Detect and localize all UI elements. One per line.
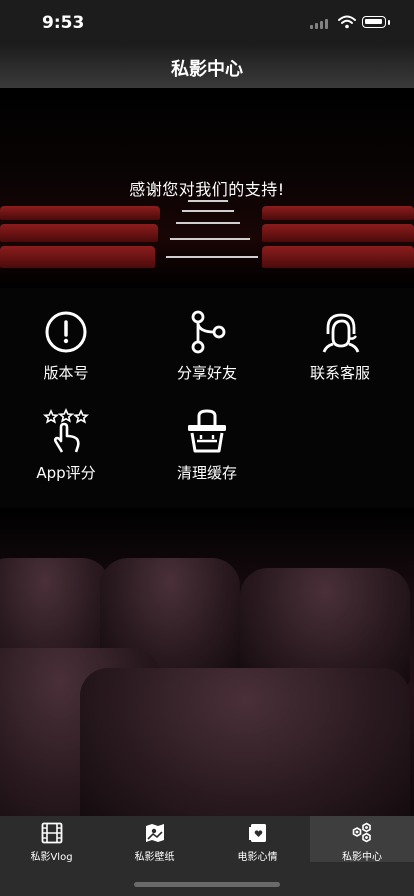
wifi-icon [338, 15, 356, 29]
info-circle-icon [45, 311, 87, 353]
aisle-step [188, 200, 228, 202]
status-bar: 9:53 [0, 0, 414, 44]
aisle-step [166, 256, 258, 258]
red-seat-row [262, 224, 414, 242]
red-seat-row [262, 246, 414, 268]
dark-seat [80, 668, 410, 816]
menu-item-label: 分享好友 [176, 364, 237, 382]
red-seat-row [0, 246, 155, 268]
battery-tip [388, 20, 390, 25]
rating-stars-hand-icon [42, 408, 90, 453]
cellular-signal-icon [310, 17, 330, 29]
aisle-step [170, 238, 250, 240]
menu-item-app-rating[interactable]: App评分 [6, 408, 126, 483]
red-seat-row [0, 224, 158, 242]
menu-item-label: 版本号 [43, 364, 89, 382]
home-indicator [134, 882, 280, 887]
tab-label: 私影中心 [342, 852, 382, 863]
clear-cache-basket-icon [188, 409, 226, 453]
tab-movie-mood[interactable]: 电影心情 [206, 816, 309, 863]
status-time: 9:53 [42, 13, 85, 33]
wallpaper-icon [145, 824, 164, 842]
navigation-bar: 私影中心 [0, 44, 414, 88]
red-seat-row [0, 206, 160, 220]
menu-item-share[interactable]: 分享好友 [147, 308, 267, 383]
tab-wallpaper[interactable]: 私影壁纸 [103, 816, 206, 863]
menu-item-clear-cache[interactable]: 清理缓存 [147, 408, 267, 483]
aisle-step [176, 222, 240, 224]
tab-label: 私影Vlog [30, 852, 73, 863]
mood-card-icon [248, 824, 266, 842]
menu-item-version[interactable]: 版本号 [6, 308, 126, 383]
page-title: 私影中心 [171, 59, 243, 80]
tab-label: 私影壁纸 [134, 852, 175, 863]
film-icon [41, 822, 62, 844]
tab-center[interactable]: 私影中心 [310, 816, 414, 863]
battery-icon [362, 16, 386, 28]
menu-item-label: 联系客服 [309, 364, 370, 382]
share-branch-icon [191, 310, 226, 354]
hexagons-icon [352, 822, 371, 843]
thanks-message: 感谢您对我们的支持! [129, 180, 285, 199]
aisle-step [182, 210, 234, 212]
menu-item-label: App评分 [36, 464, 96, 482]
red-seat-row [262, 206, 414, 220]
customer-service-icon [322, 313, 360, 353]
menu-item-label: 清理缓存 [176, 464, 237, 482]
tab-vlog[interactable]: 私影Vlog [0, 816, 103, 863]
screen: 9:53 私影中心 感谢您对我们的支持! 版本号 分享好友 联系客服 App评分… [0, 0, 414, 896]
tab-label: 电影心情 [237, 852, 278, 863]
menu-item-customer-service[interactable]: 联系客服 [280, 308, 400, 383]
